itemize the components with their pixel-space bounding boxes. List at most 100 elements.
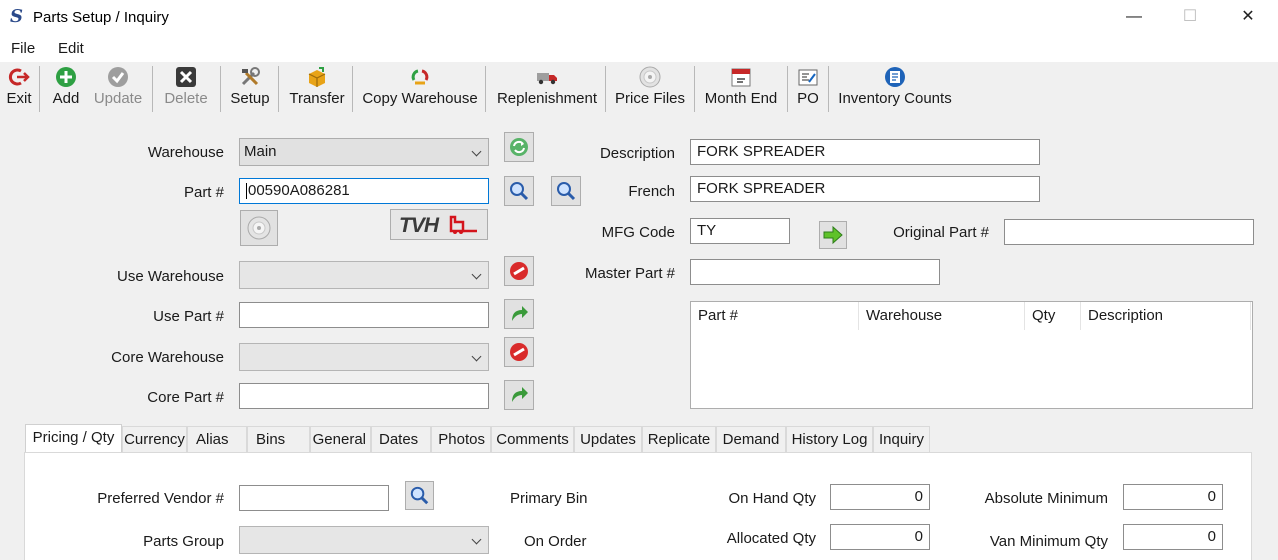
parts-grid[interactable]: Part # Warehouse Qty Description	[690, 301, 1253, 409]
tab-currency[interactable]: Currency	[122, 426, 187, 452]
preferred-vendor-input[interactable]	[239, 485, 389, 511]
cd-icon	[247, 216, 271, 240]
allocated-qty-value: 0	[830, 524, 930, 550]
use-warehouse-select[interactable]	[239, 261, 489, 289]
part-disc-button[interactable]	[240, 210, 278, 246]
menu-file[interactable]: File	[11, 40, 35, 57]
search-icon	[410, 486, 429, 505]
arrow-right-icon	[823, 225, 843, 245]
tab-history-log[interactable]: History Log	[786, 426, 873, 452]
warehouse-label: Warehouse	[147, 144, 224, 161]
po-button[interactable]: PO	[794, 64, 822, 114]
grid-header-part[interactable]: Part #	[691, 302, 859, 330]
tab-dates[interactable]: Dates	[371, 426, 431, 452]
inventory-counts-icon	[885, 67, 905, 87]
minimize-button[interactable]: —	[1106, 0, 1162, 34]
exit-button[interactable]: Exit	[2, 64, 36, 114]
search-icon	[510, 182, 529, 201]
on-order-label: On Order	[524, 533, 587, 550]
app-logo-icon: S	[10, 6, 23, 27]
tab-bins[interactable]: Bins	[247, 426, 310, 452]
grid-header-qty[interactable]: Qty	[1025, 302, 1081, 330]
toolbar-separator	[694, 66, 695, 112]
vendor-search-button[interactable]	[405, 481, 434, 510]
toolbar-separator	[39, 66, 40, 112]
text-cursor	[246, 183, 247, 200]
toolbar-separator	[220, 66, 221, 112]
part-number-input[interactable]: 00590A086281	[239, 178, 489, 204]
add-icon	[56, 67, 76, 87]
delete-button[interactable]: Delete	[160, 64, 212, 114]
menu-bar	[0, 36, 1278, 62]
grid-header-warehouse[interactable]: Warehouse	[859, 302, 1025, 330]
clear-use-warehouse-button[interactable]	[504, 256, 534, 286]
check-icon	[108, 67, 128, 87]
core-part-input[interactable]	[239, 383, 489, 409]
tvh-vendor-button[interactable]: TVH	[390, 209, 488, 240]
setup-button[interactable]: Setup	[228, 64, 272, 114]
no-entry-icon	[510, 262, 528, 280]
mfg-code-input[interactable]: TY	[690, 218, 790, 244]
truck-icon	[537, 73, 557, 85]
clear-core-warehouse-button[interactable]	[504, 337, 534, 367]
core-warehouse-select[interactable]	[239, 343, 489, 371]
description-input[interactable]: FORK SPREADER	[690, 139, 1040, 165]
copy-warehouse-button[interactable]: Copy Warehouse	[362, 64, 478, 114]
part-label: Part #	[183, 184, 224, 201]
window-title: Parts Setup / Inquiry	[33, 9, 169, 26]
french-description-input[interactable]: FORK SPREADER	[690, 176, 1040, 202]
price-files-button[interactable]: Price Files	[614, 64, 686, 114]
tvh-logo: TVH	[399, 214, 439, 237]
tab-comments[interactable]: Comments	[491, 426, 574, 452]
delete-icon	[176, 67, 196, 87]
toolbar-separator	[485, 66, 486, 112]
toolbar-separator	[278, 66, 279, 112]
core-part-label: Core Part #	[147, 389, 224, 406]
van-minimum-qty-label: Van Minimum Qty	[989, 533, 1108, 550]
close-button[interactable]: ✕	[1220, 0, 1276, 34]
use-warehouse-label: Use Warehouse	[117, 268, 224, 285]
master-part-label: Master Part #	[584, 265, 675, 282]
menu-edit[interactable]: Edit	[58, 40, 84, 57]
replenishment-button[interactable]: Replenishment	[494, 64, 600, 114]
refresh-warehouse-button[interactable]	[504, 132, 534, 162]
master-part-input[interactable]	[690, 259, 940, 285]
mfg-code-label: MFG Code	[601, 224, 675, 241]
month-end-button[interactable]: Month End	[702, 64, 780, 114]
use-part-input[interactable]	[239, 302, 489, 328]
arrow-right-icon	[512, 306, 528, 321]
recycle-icon	[411, 69, 429, 85]
core-part-go-button[interactable]	[504, 380, 534, 410]
tools-icon	[241, 67, 260, 86]
tab-photos[interactable]: Photos	[431, 426, 491, 452]
no-entry-icon	[510, 343, 528, 361]
tab-updates[interactable]: Updates	[574, 426, 642, 452]
update-button[interactable]: Update	[92, 64, 144, 114]
toolbar-separator	[152, 66, 153, 112]
tab-inquiry[interactable]: Inquiry	[873, 426, 930, 452]
maximize-button[interactable]: ☐	[1162, 0, 1218, 34]
toolbar-separator	[352, 66, 353, 112]
transfer-button[interactable]: Transfer	[286, 64, 348, 114]
add-button[interactable]: Add	[46, 64, 86, 114]
mfg-code-go-button[interactable]	[819, 221, 847, 249]
tab-pricing-qty[interactable]: Pricing / Qty	[25, 424, 122, 454]
use-part-go-button[interactable]	[504, 299, 534, 329]
tab-general[interactable]: General	[310, 426, 371, 452]
original-part-input[interactable]	[1004, 219, 1254, 245]
part-search-button[interactable]	[504, 176, 534, 206]
tab-alias[interactable]: Alias	[187, 426, 247, 452]
grid-header-description[interactable]: Description	[1081, 302, 1251, 330]
on-hand-qty-label: On Hand Qty	[728, 490, 816, 507]
description-label: Description	[599, 145, 675, 162]
inventory-counts-button[interactable]: Inventory Counts	[836, 64, 954, 114]
van-minimum-qty-input[interactable]: 0	[1123, 524, 1223, 550]
absolute-minimum-input[interactable]: 0	[1123, 484, 1223, 510]
tab-demand[interactable]: Demand	[716, 426, 786, 452]
warehouse-select[interactable]: Main	[239, 138, 489, 166]
original-part-label: Original Part #	[893, 224, 989, 241]
allocated-qty-label: Allocated Qty	[726, 530, 816, 547]
refresh-icon	[510, 138, 528, 156]
parts-group-select[interactable]	[239, 526, 489, 554]
tab-replicate[interactable]: Replicate	[642, 426, 716, 452]
